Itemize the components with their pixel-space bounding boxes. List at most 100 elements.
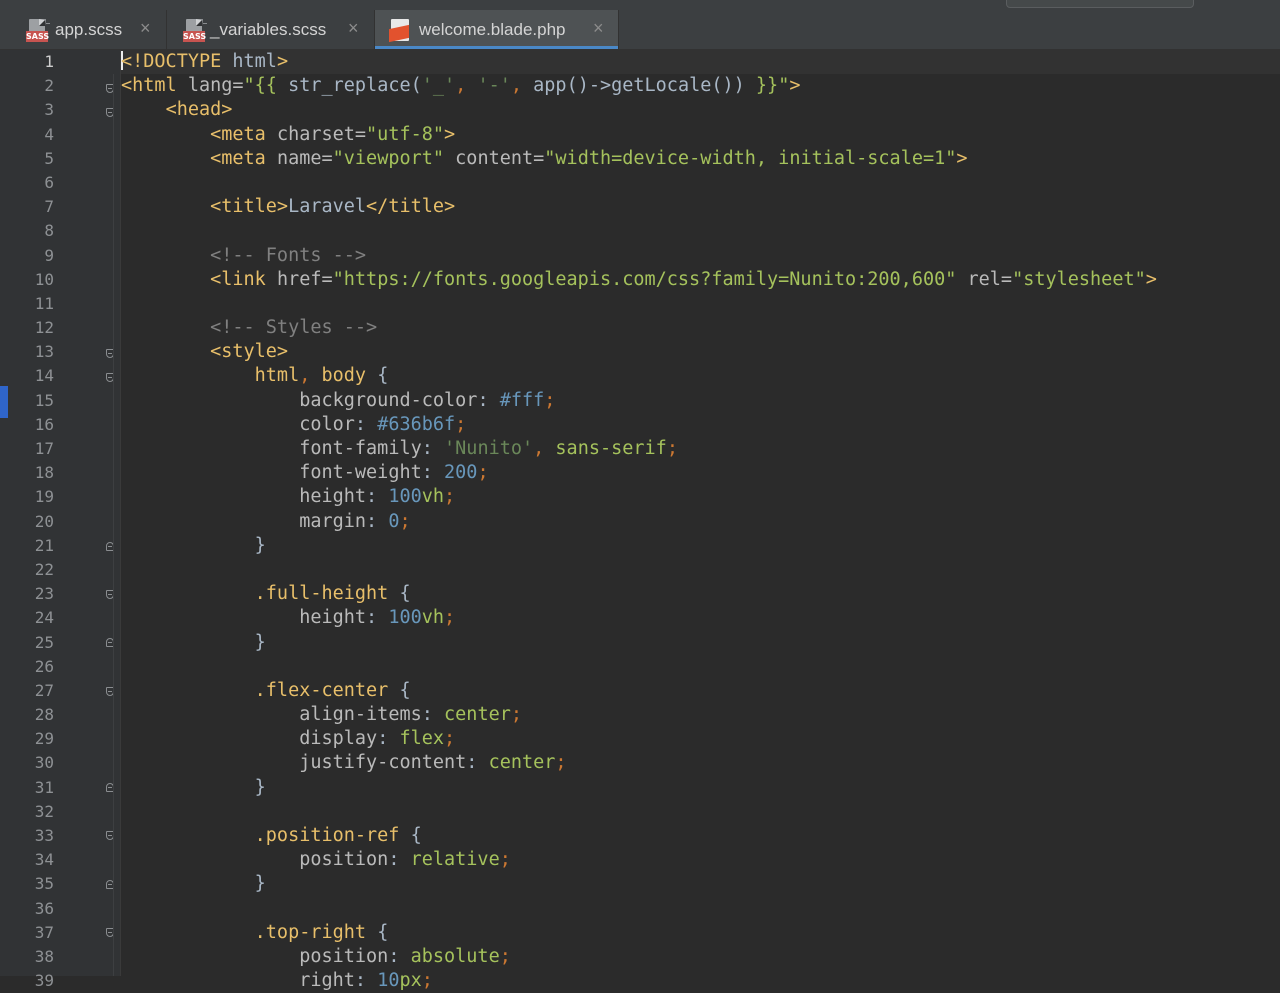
code-token: > — [276, 51, 289, 72]
line-number: 13 — [34, 342, 54, 362]
code-line[interactable]: <!DOCTYPE html> — [121, 50, 1280, 75]
code-token: } — [121, 873, 266, 895]
code-line[interactable]: font-family: 'Nunito', sans-serif; — [121, 437, 1280, 461]
code-token: "viewport" — [332, 147, 456, 169]
search-everywhere-box[interactable] — [1006, 0, 1194, 8]
code-line[interactable]: color: #636b6f; — [121, 413, 1280, 437]
line-number: 2 — [44, 76, 54, 96]
line-number: 35 — [34, 874, 54, 894]
code-line[interactable]: <head> — [121, 98, 1280, 122]
line-number: 20 — [34, 511, 54, 531]
code-token: ; — [455, 413, 467, 435]
tab-welcome-blade-php[interactable]: welcome.blade.php × — [375, 10, 619, 49]
code-line[interactable]: position: relative; — [121, 848, 1280, 872]
code-token: .full-height — [254, 583, 400, 605]
code-token: "stylesheet" — [1012, 268, 1146, 290]
code-line[interactable]: .top-right { — [121, 921, 1280, 945]
code-token: ; — [666, 438, 678, 459]
editor-tab-bar: SASS app.scss × SASS _variables.scss × w… — [0, 10, 1280, 50]
code-line[interactable]: .position-ref { — [121, 824, 1280, 848]
line-number: 3 — [44, 100, 54, 120]
line-number: 22 — [34, 559, 54, 579]
code-line[interactable]: height: 100vh; — [121, 606, 1280, 630]
code-line[interactable]: .full-height { — [121, 582, 1280, 606]
code-line[interactable] — [121, 655, 1280, 679]
line-numbers: 1 2 3 4 5 6 7 8 9 10 11 12 13 14 15 16 17 18 19 20 21 22 23 24 2… — [0, 50, 54, 993]
code-token: : — [377, 728, 400, 750]
code-line[interactable]: <!-- Styles --> — [121, 316, 1280, 340]
code-line[interactable] — [121, 292, 1280, 316]
code-editor[interactable]: 1 2 3 4 5 6 7 8 9 10 11 12 13 14 15 16 17 18 19 20 21 22 23 24 2… — [0, 50, 1280, 991]
code-line[interactable] — [121, 800, 1280, 824]
code-line[interactable]: justify-content: center; — [121, 751, 1280, 775]
code-token: : — [366, 607, 389, 629]
code-line[interactable]: font-weight: 200; — [121, 461, 1280, 485]
tab-label: _variables.scss — [210, 20, 327, 39]
code-token: ; — [399, 510, 411, 532]
code-token: <title> — [210, 196, 289, 218]
code-line[interactable]: } — [121, 776, 1280, 800]
code-line[interactable] — [121, 171, 1280, 195]
tab-variables-scss[interactable]: SASS _variables.scss × — [167, 10, 375, 49]
code-token: charset= — [276, 123, 367, 145]
code-line[interactable]: <title>Laravel</title> — [121, 195, 1280, 219]
close-icon[interactable]: × — [593, 18, 604, 39]
code-line[interactable]: <!-- Fonts --> — [121, 244, 1280, 268]
code-line[interactable]: align-items: center; — [121, 703, 1280, 727]
code-token: body — [321, 365, 378, 387]
code-token: position — [299, 945, 389, 967]
code-token: }}" — [755, 75, 790, 97]
code-line[interactable] — [121, 558, 1280, 582]
code-line[interactable] — [121, 897, 1280, 921]
code-line[interactable]: } — [121, 534, 1280, 558]
line-number-gutter[interactable]: 1 2 3 4 5 6 7 8 9 10 11 12 13 14 15 16 17 18 19 20 21 22 23 24 2… — [0, 50, 120, 990]
code-area[interactable]: <!DOCTYPE html> <html lang="{{ str_replac… — [121, 50, 1280, 993]
title-bar — [0, 0, 1280, 10]
code-token: color — [299, 413, 355, 435]
code-token: ; — [444, 486, 456, 508]
code-line[interactable]: display: flex; — [121, 727, 1280, 751]
code-token: ; — [477, 462, 489, 484]
code-line[interactable]: right: 10px; — [121, 969, 1280, 993]
line-number: 37 — [34, 922, 54, 942]
code-line[interactable]: <meta name="viewport" content="width=dev… — [121, 147, 1280, 171]
close-icon[interactable]: × — [140, 18, 151, 39]
tab-app-scss[interactable]: SASS app.scss × — [0, 10, 167, 49]
line-number: 7 — [44, 197, 54, 217]
sass-file-icon: SASS — [26, 19, 50, 43]
code-line[interactable]: <style> — [121, 340, 1280, 364]
code-line[interactable]: margin: 0; — [121, 510, 1280, 534]
code-line[interactable]: } — [121, 631, 1280, 655]
code-line[interactable]: position: absolute; — [121, 945, 1280, 969]
code-line[interactable]: <link href="https://fonts.googleapis.com… — [121, 268, 1280, 292]
code-token: flex — [399, 728, 445, 750]
code-line[interactable]: .flex-center { — [121, 679, 1280, 703]
code-line[interactable]: <meta charset="utf-8"> — [121, 123, 1280, 147]
code-token: margin — [299, 510, 367, 532]
close-icon[interactable]: × — [348, 18, 359, 39]
code-token: > — [444, 123, 456, 145]
code-token: <meta — [210, 123, 277, 145]
code-token: { — [399, 583, 411, 605]
code-token: : — [354, 970, 378, 992]
code-token: <html — [121, 75, 188, 97]
code-token: html — [232, 51, 277, 72]
code-token: "https://fonts.googleapis.com/css?family… — [332, 268, 968, 290]
code-token: ; — [510, 704, 522, 726]
code-line[interactable]: height: 100vh; — [121, 485, 1280, 509]
line-number: 17 — [34, 439, 54, 458]
code-line[interactable]: <html lang="{{ str_replace('_', '-', app… — [121, 74, 1280, 98]
code-token: ; — [555, 752, 567, 774]
line-number: 24 — [34, 608, 54, 628]
code-token: { — [377, 365, 389, 387]
code-line[interactable]: background-color: #fff; — [121, 389, 1280, 413]
code-line[interactable]: } — [121, 872, 1280, 896]
code-line[interactable]: html, body { — [121, 364, 1280, 388]
code-token: center — [488, 752, 556, 774]
indent-guide — [113, 74, 114, 976]
code-line[interactable] — [121, 219, 1280, 243]
code-token: } — [121, 631, 266, 653]
